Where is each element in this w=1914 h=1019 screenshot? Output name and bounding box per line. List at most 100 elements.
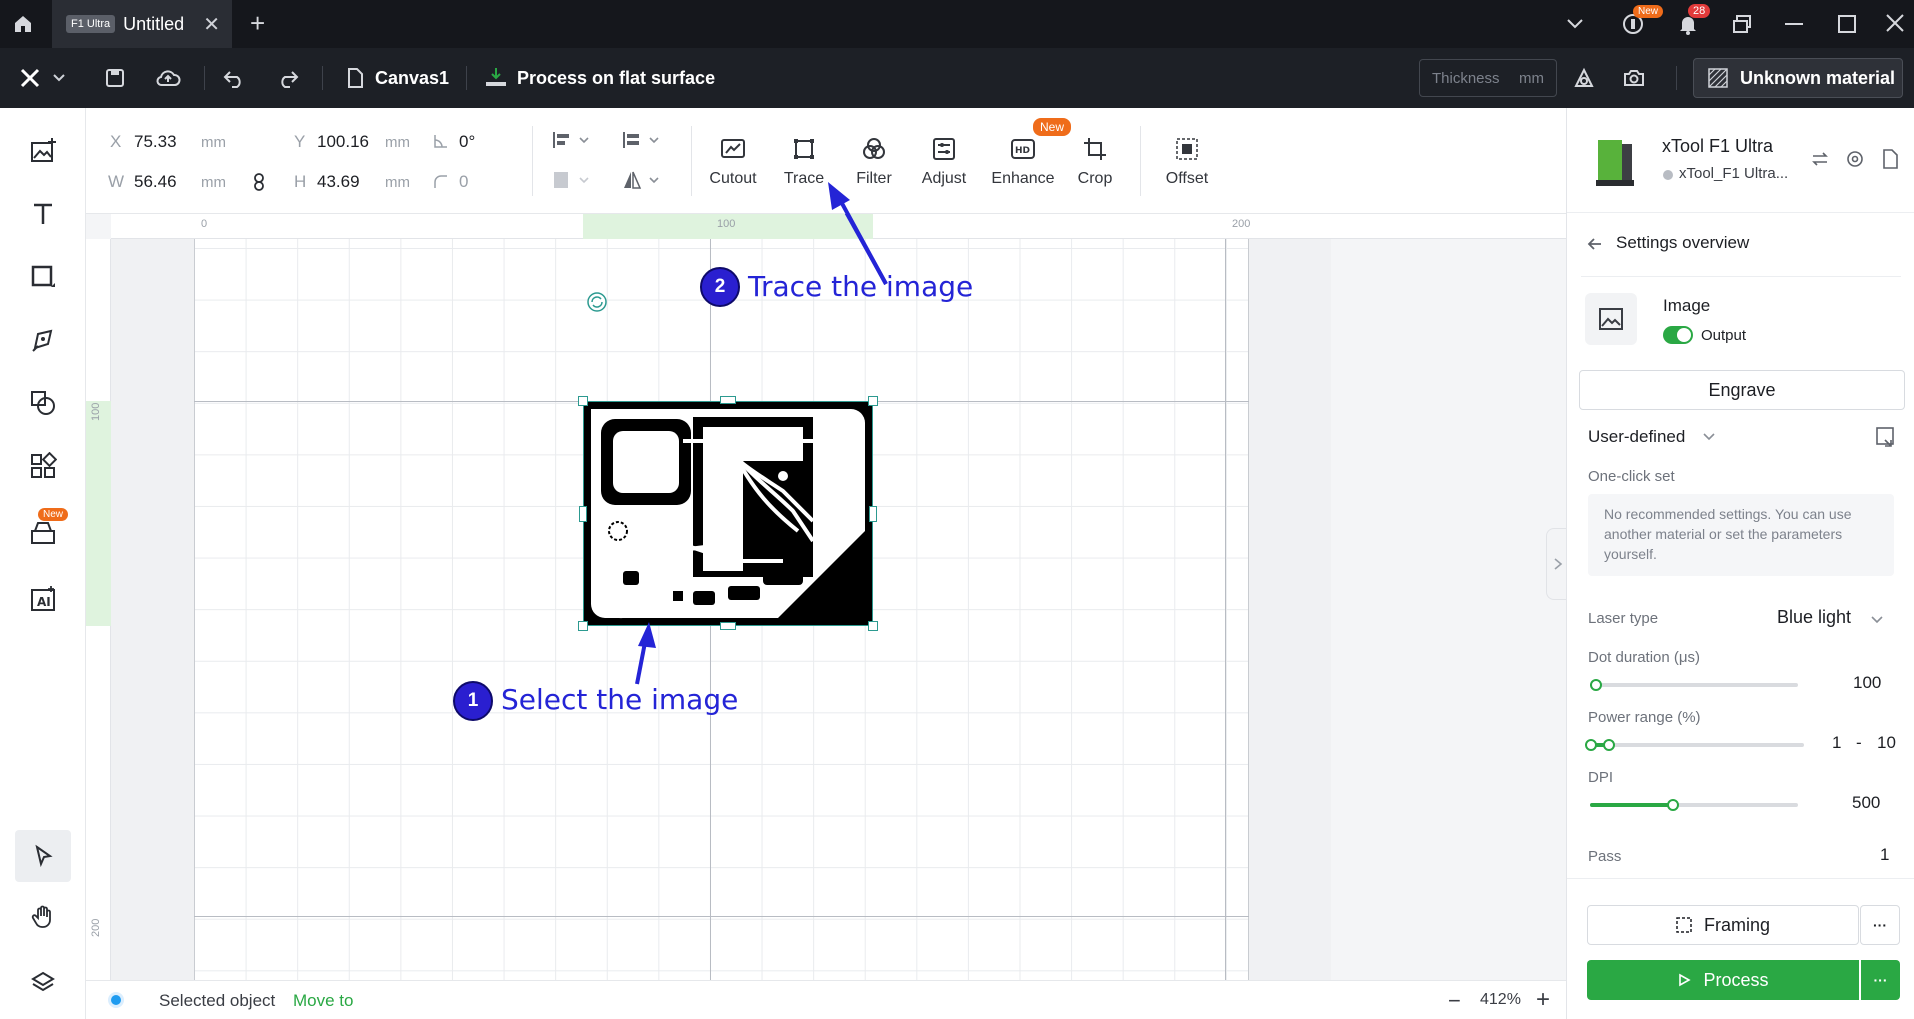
align-icon[interactable] (552, 130, 592, 150)
device-settings-icon[interactable] (1845, 149, 1865, 169)
material-button[interactable]: Unknown material (1693, 58, 1903, 98)
power-range-track[interactable] (1590, 743, 1804, 747)
dpi-value[interactable]: 500 (1852, 793, 1880, 813)
zoom-out-button[interactable]: − (1448, 988, 1461, 1014)
minimize-icon[interactable] (1785, 23, 1803, 25)
laser-type-value[interactable]: Blue light (1777, 607, 1851, 628)
distribute-icon[interactable] (622, 130, 662, 150)
output-toggle[interactable] (1663, 326, 1693, 344)
left-new-badge: New (38, 508, 69, 521)
elements-tool[interactable] (20, 380, 66, 426)
crop-tool[interactable]: Crop (1060, 134, 1130, 188)
canvas-area[interactable]: 0 100 200 100 200 NFC+MOTOR 2 Trace the … (86, 214, 1566, 980)
move-to-link[interactable]: Move to (293, 991, 353, 1011)
select-tool[interactable] (15, 830, 71, 882)
redo-icon[interactable] (276, 67, 300, 89)
cloud-upload-icon[interactable] (155, 67, 181, 89)
xtool-logo-menu[interactable] (20, 68, 66, 88)
undo-icon[interactable] (222, 67, 246, 89)
hand-tool[interactable] (20, 894, 66, 940)
corner-radius-value[interactable]: 0 (459, 172, 468, 192)
back-arrow-icon[interactable] (1587, 237, 1603, 251)
svg-text:HD: HD (1015, 146, 1030, 156)
h-label: H (294, 172, 307, 191)
text-tool[interactable] (20, 191, 66, 237)
right-panel: xTool F1 Ultra xTool_F1 Ultra... Setting… (1566, 108, 1914, 1019)
dot-duration-value[interactable]: 100 (1853, 673, 1881, 693)
camera-icon[interactable] (1622, 66, 1646, 90)
process-button[interactable]: Process (1587, 960, 1859, 1000)
pen-tool[interactable] (20, 317, 66, 363)
flip-icon[interactable] (622, 170, 662, 190)
zoom-in-button[interactable]: + (1536, 986, 1550, 1014)
tab-close-icon[interactable]: ✕ (203, 12, 220, 37)
thickness-field[interactable]: Thickness mm (1419, 59, 1557, 97)
x-value[interactable]: 75.33 (134, 132, 177, 152)
dot-duration-track[interactable] (1590, 683, 1798, 687)
chevron-down-icon[interactable] (1870, 614, 1884, 626)
project-box-tool[interactable]: New (20, 508, 69, 556)
power-range-dash: - (1856, 733, 1862, 752)
thickness-unit: mm (1519, 69, 1544, 87)
export-preset-icon[interactable] (1875, 426, 1897, 448)
apps-grid-tool[interactable] (20, 443, 66, 489)
shape-tool[interactable] (20, 254, 66, 300)
crop-label: Crop (1077, 170, 1113, 187)
device-file-icon[interactable] (1881, 149, 1899, 169)
pass-label: Pass (1588, 848, 1622, 865)
adjust-label: Adjust (921, 170, 967, 187)
cutout-tool[interactable]: Cutout (698, 134, 768, 188)
power-max-slider-knob[interactable] (1603, 739, 1616, 751)
maximize-icon[interactable] (1838, 15, 1856, 33)
close-window-icon[interactable] (1885, 13, 1905, 33)
power-min-value[interactable]: 1 (1832, 733, 1841, 753)
menu-bar: Canvas1 Process on flat surface Thicknes… (0, 48, 1914, 108)
new-tab-button[interactable]: + (250, 8, 265, 39)
process-mode[interactable]: Process on flat surface (517, 68, 715, 89)
offset-tool[interactable]: Offset (1152, 134, 1222, 188)
save-icon[interactable] (104, 67, 126, 89)
canvas-name[interactable]: Canvas1 (375, 68, 449, 89)
dot-duration-slider-knob[interactable] (1590, 679, 1603, 691)
add-image-tool[interactable] (20, 128, 66, 174)
framing-button[interactable]: Framing (1587, 905, 1859, 945)
h-value[interactable]: 43.69 (317, 172, 360, 192)
notification-bell-icon[interactable]: 28 (1676, 4, 1711, 36)
ai-tool[interactable]: AI (20, 576, 66, 622)
power-min-slider-knob[interactable] (1585, 739, 1597, 751)
home-icon[interactable] (12, 13, 34, 35)
settings-overview-title[interactable]: Settings overview (1616, 233, 1749, 253)
device-profile[interactable]: xTool_F1 Ultra... (1679, 165, 1788, 182)
switch-device-icon[interactable] (1811, 150, 1829, 168)
dpi-slider-knob[interactable] (1667, 799, 1680, 811)
process-more-button[interactable]: ··· (1861, 960, 1900, 1000)
lock-ratio-icon[interactable] (252, 172, 266, 192)
framing-more-button[interactable]: ··· (1860, 905, 1900, 945)
adjust-tool[interactable]: Adjust (909, 134, 979, 188)
annotation-arrows (635, 214, 888, 685)
zoom-level[interactable]: 412% (1480, 991, 1521, 1009)
material-texture-icon (1708, 68, 1728, 88)
chevron-right-icon (1553, 558, 1562, 570)
chevron-down-icon[interactable] (1702, 431, 1716, 443)
windows-icon[interactable] (1731, 13, 1753, 35)
power-range-label: Power range (%) (1588, 709, 1701, 726)
document-tab[interactable]: F1 Ultra Untitled ✕ (52, 0, 232, 48)
arrange-icon[interactable] (552, 170, 592, 190)
y-unit: mm (385, 134, 410, 151)
auto-measure-icon[interactable] (1572, 66, 1596, 90)
preset-dropdown[interactable]: User-defined (1588, 427, 1685, 447)
chevron-down-icon[interactable] (1566, 16, 1584, 30)
title-bar: F1 Ultra Untitled ✕ + New 28 (0, 0, 1914, 48)
enhance-tool[interactable]: HD Enhance New (983, 118, 1072, 188)
support-icon[interactable]: New (1621, 5, 1664, 36)
rotation-value[interactable]: 0° (459, 132, 475, 152)
w-value[interactable]: 56.46 (134, 172, 177, 192)
y-value[interactable]: 100.16 (317, 132, 369, 152)
pass-value[interactable]: 1 (1880, 845, 1889, 865)
power-max-value[interactable]: 10 (1877, 733, 1896, 753)
engrave-mode-button[interactable]: Engrave (1579, 370, 1905, 410)
panel-collapse-handle[interactable] (1546, 528, 1568, 600)
layers-tool[interactable] (20, 960, 66, 1006)
new-badge: New (1633, 5, 1664, 18)
